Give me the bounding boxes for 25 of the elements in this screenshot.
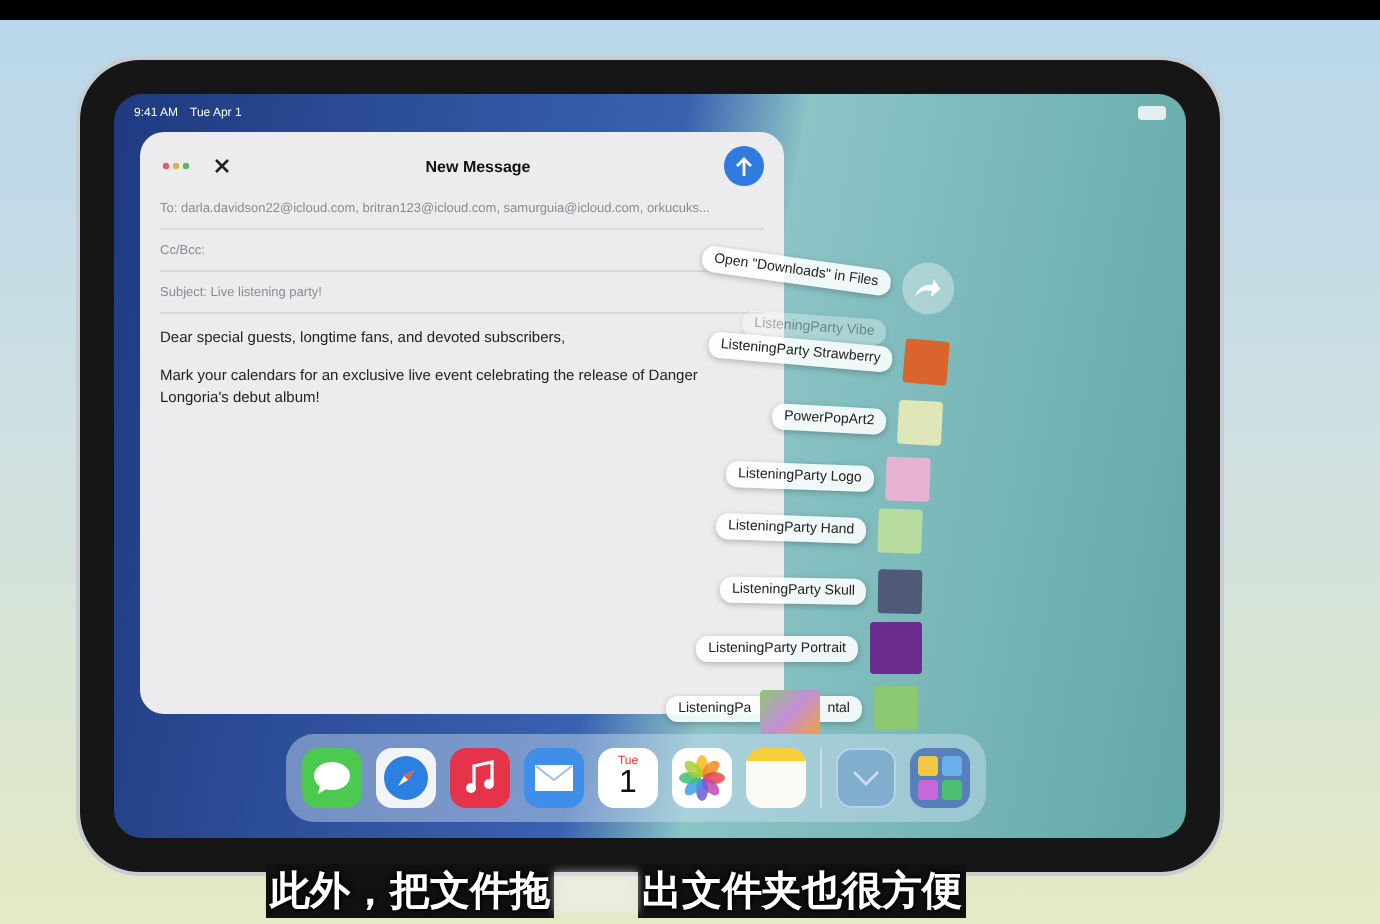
image-thumbnail[interactable] <box>896 399 944 446</box>
compose-title: New Message <box>423 157 533 175</box>
downloads-stack-icon[interactable] <box>836 748 896 808</box>
image-thumbnail[interactable] <box>874 686 918 730</box>
image-thumbnail[interactable] <box>870 622 922 674</box>
music-app-icon[interactable] <box>450 748 510 808</box>
subtitle-text: 出文件夹也很方便 <box>638 864 966 918</box>
mail-app-icon[interactable] <box>524 748 584 808</box>
notes-app-icon[interactable] <box>746 748 806 808</box>
image-thumbnail[interactable] <box>877 508 923 554</box>
compass-app-icon[interactable] <box>376 748 436 808</box>
window-controls-icon[interactable] <box>160 160 192 172</box>
photos-app-icon[interactable] <box>672 748 732 808</box>
image-thumbnail[interactable] <box>885 456 931 502</box>
messages-app-icon[interactable] <box>302 748 362 808</box>
close-icon[interactable] <box>212 156 232 176</box>
image-thumbnail[interactable] <box>902 338 950 386</box>
dragged-image-thumbnail[interactable] <box>759 689 820 733</box>
subtitle-text: 此外，把文件拖 <box>266 864 554 918</box>
blurred-drag-preview <box>554 871 638 911</box>
send-button[interactable] <box>724 146 764 186</box>
app-library-icon[interactable] <box>910 748 970 808</box>
curved-arrow-icon[interactable] <box>912 274 944 303</box>
image-thumbnail[interactable] <box>877 569 923 614</box>
arrow-up-icon[interactable] <box>734 155 754 177</box>
